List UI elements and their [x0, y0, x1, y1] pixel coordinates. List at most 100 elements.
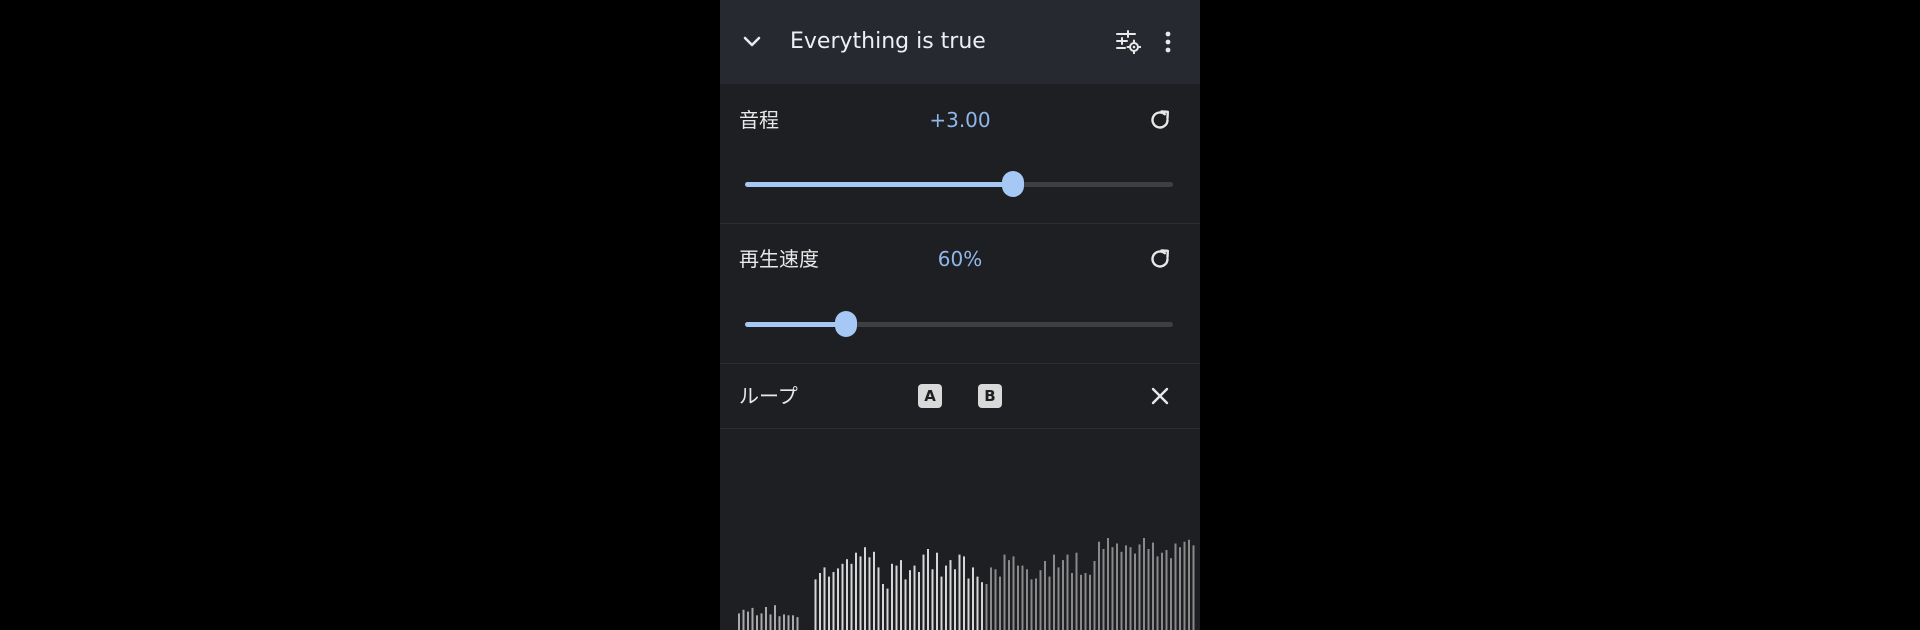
- more-vert-icon[interactable]: [1156, 25, 1180, 59]
- waveform-bar: [1098, 541, 1100, 630]
- waveform-bar: [1102, 549, 1105, 630]
- waveform-bar: [1057, 567, 1060, 630]
- pitch-reset-icon[interactable]: [1144, 104, 1176, 136]
- waveform-bar: [832, 572, 835, 630]
- waveform-bar: [1134, 553, 1136, 630]
- waveform-bar: [1003, 554, 1006, 630]
- track-title: Everything is true: [790, 29, 986, 54]
- waveform-bar: [882, 584, 884, 630]
- pitch-label: 音程: [739, 108, 779, 132]
- waveform-bar: [940, 576, 943, 630]
- waveform-bar: [1170, 558, 1172, 630]
- speed-slider[interactable]: [745, 311, 1173, 337]
- waveform-bar: [1174, 543, 1177, 630]
- waveform-bar: [1008, 560, 1010, 630]
- waveform-bar: [756, 615, 758, 630]
- waveform-bar: [954, 569, 956, 630]
- divider: [720, 363, 1200, 364]
- waveform-bar: [918, 572, 920, 630]
- waveform-bar: [985, 584, 988, 630]
- waveform-bar: [846, 559, 848, 630]
- waveform-bar: [994, 569, 997, 630]
- speed-reset-icon[interactable]: [1144, 243, 1176, 275]
- waveform-bar: [972, 567, 974, 630]
- waveform-bar: [1152, 542, 1154, 630]
- waveform-bar: [945, 565, 947, 630]
- loop-point-a-button[interactable]: A: [918, 384, 942, 408]
- waveform-bar: [796, 617, 799, 630]
- speed-value: 60%: [937, 247, 983, 271]
- close-icon[interactable]: [1144, 380, 1176, 412]
- waveform-bar: [1062, 560, 1064, 630]
- waveform-bar: [1156, 556, 1159, 630]
- waveform-bar: [823, 567, 826, 630]
- loop-point-b-button[interactable]: B: [978, 384, 1002, 408]
- waveform-bar: [963, 556, 965, 630]
- waveform-bar: [864, 547, 866, 630]
- pitch-slider[interactable]: [745, 171, 1173, 197]
- header-bar: Everything is true: [720, 0, 1200, 84]
- waveform-bar: [931, 569, 934, 630]
- waveform-bar: [787, 615, 790, 630]
- waveform-bar: [1129, 547, 1132, 630]
- waveform-bar: [868, 557, 871, 630]
- waveform-bar: [765, 607, 767, 630]
- waveform-bar: [855, 552, 857, 630]
- waveform-bar: [783, 614, 785, 630]
- waveform-bar: [1138, 544, 1141, 630]
- waveform-bar: [1044, 561, 1046, 630]
- waveform-bar: [1147, 549, 1150, 630]
- waveform-bar: [751, 607, 754, 630]
- pitch-slider-fill: [745, 182, 1013, 187]
- waveform-bar: [792, 615, 794, 630]
- speed-label: 再生速度: [739, 247, 819, 271]
- waveform-bar: [981, 582, 983, 630]
- waveform-bar: [1161, 552, 1163, 630]
- waveform-bar: [909, 570, 911, 630]
- waveform-bar: [958, 554, 961, 630]
- waveform-bar: [859, 556, 862, 630]
- waveform-bar: [904, 579, 907, 630]
- equalizer-settings-icon[interactable]: [1111, 25, 1145, 59]
- pitch-slider-thumb[interactable]: [1002, 171, 1024, 197]
- divider: [720, 223, 1200, 224]
- waveform-bar: [837, 568, 839, 630]
- waveform-bar: [1116, 543, 1118, 630]
- waveform-bar: [841, 563, 844, 630]
- waveform-bar: [1107, 538, 1109, 630]
- waveform-bar: [742, 609, 745, 630]
- waveform-bar: [747, 611, 749, 630]
- waveform-bar: [819, 573, 821, 630]
- waveform-bar: [967, 578, 970, 630]
- waveform-bar: [778, 616, 781, 630]
- waveform-bar: [1188, 539, 1190, 630]
- waveform-bar: [738, 613, 740, 630]
- waveform-bar: [1089, 574, 1091, 630]
- waveform-bar: [1080, 574, 1082, 630]
- waveform-bar: [1192, 545, 1195, 630]
- waveform-bar: [1093, 561, 1096, 630]
- waveform-bar: [1039, 570, 1042, 630]
- waveform-bar: [900, 560, 902, 630]
- waveform-bar: [1183, 541, 1186, 630]
- speed-slider-thumb[interactable]: [835, 311, 857, 337]
- speed-slider-fill: [745, 322, 846, 327]
- waveform-bar: [891, 563, 893, 630]
- waveform-bar: [760, 613, 763, 630]
- waveform-bar: [895, 565, 898, 630]
- chevron-down-icon[interactable]: [734, 24, 770, 60]
- waveform-bar: [886, 588, 889, 630]
- waveform-bar: [1030, 579, 1033, 630]
- player-panel: Everything is true 音程 +3.00 再生速度 60% ループ…: [720, 0, 1200, 630]
- pitch-value: +3.00: [929, 108, 991, 132]
- waveform-bar: [1012, 556, 1015, 630]
- waveform-bar: [990, 567, 992, 630]
- waveform[interactable]: [720, 520, 1200, 630]
- waveform-bar: [913, 565, 916, 630]
- waveform-bar: [936, 552, 938, 630]
- waveform-bar: [1084, 573, 1087, 630]
- waveform-bar: [774, 605, 776, 630]
- waveform-bar: [828, 576, 830, 630]
- waveform-bar: [814, 579, 817, 630]
- waveform-bar: [1111, 547, 1114, 630]
